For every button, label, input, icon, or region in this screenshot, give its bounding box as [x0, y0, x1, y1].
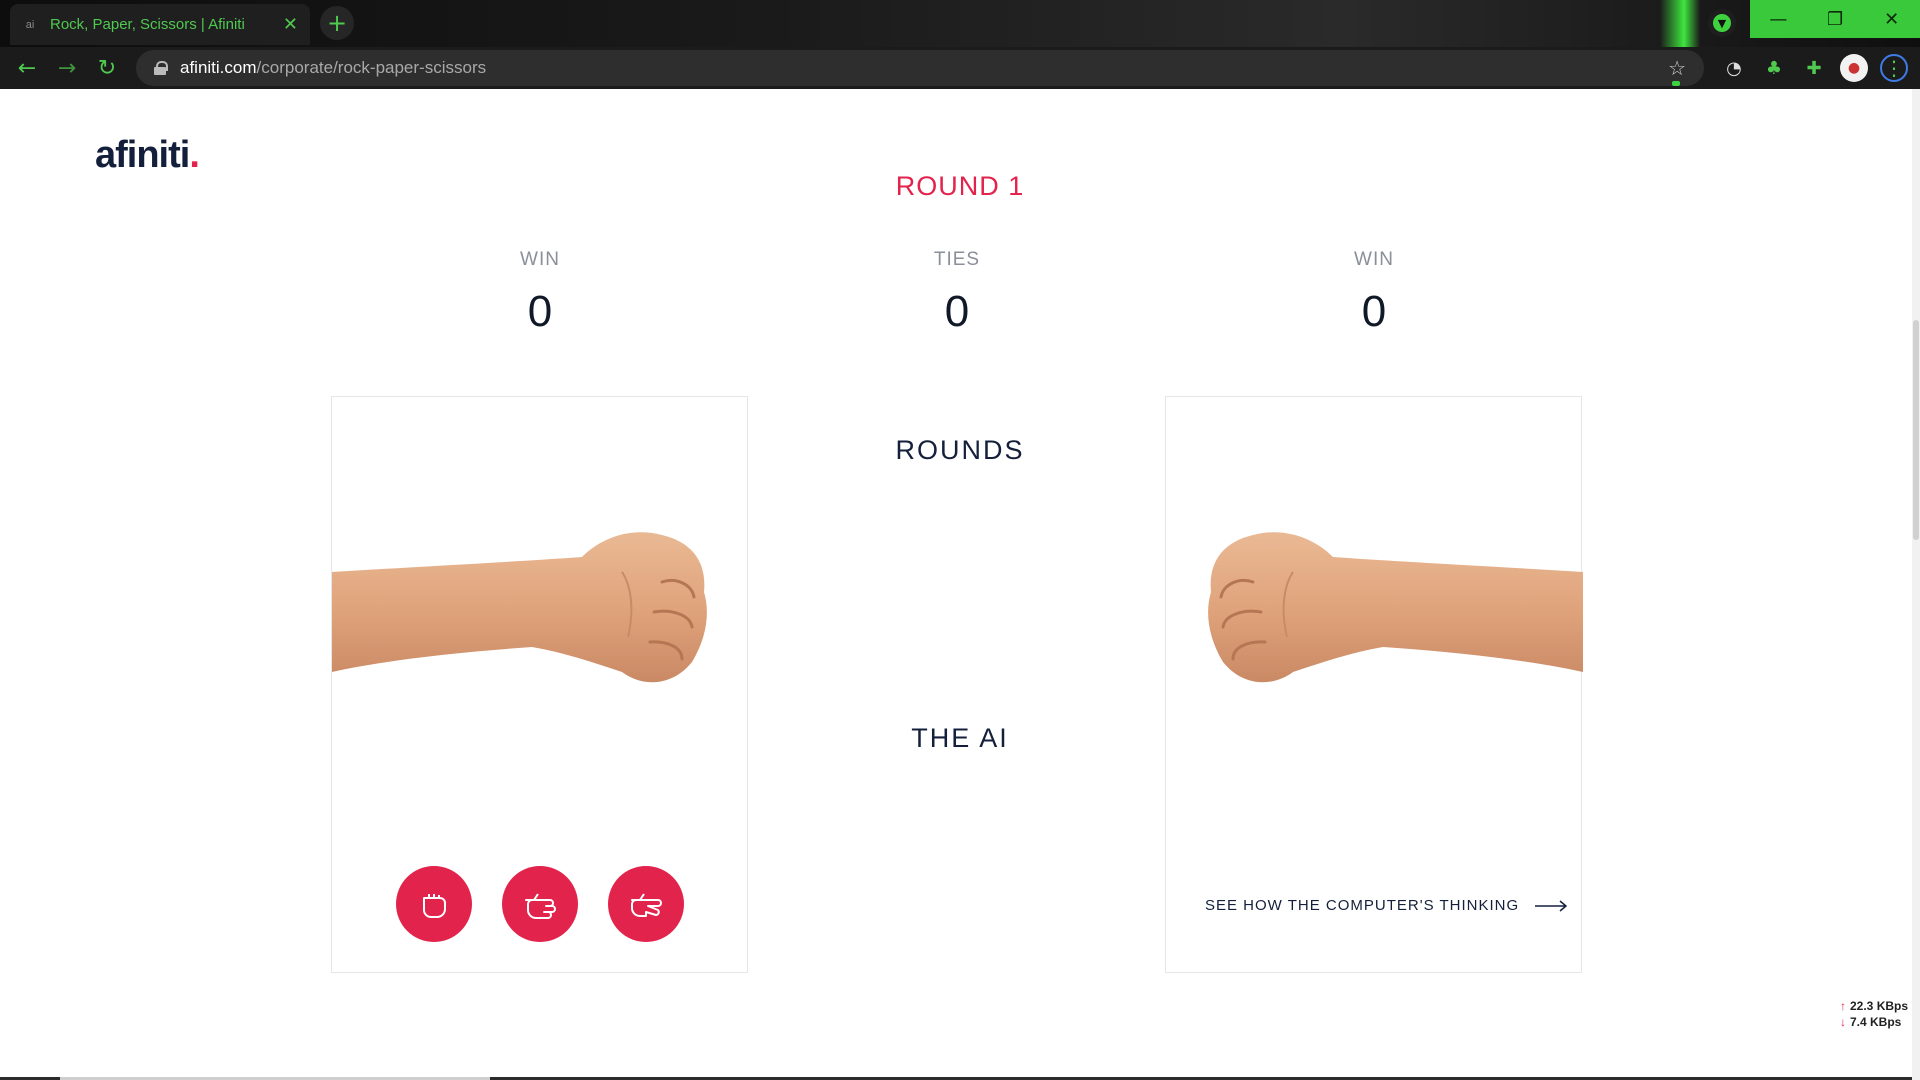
ai-score-value: 0 — [1361, 287, 1387, 336]
restore-button[interactable]: ❐ — [1807, 0, 1864, 38]
see-computer-thinking-link[interactable]: SEE HOW THE COMPUTER'S THINKING — [1205, 897, 1568, 914]
browser-menu-icon[interactable]: ⋮ — [1880, 54, 1908, 82]
browser-tab[interactable]: ai Rock, Paper, Scissors | Afiniti ✕ — [10, 4, 310, 45]
player-card — [331, 396, 748, 973]
lock-icon[interactable] — [154, 61, 168, 75]
close-window-button[interactable]: ✕ — [1863, 0, 1920, 38]
ties-score: TIES 0 — [857, 249, 1057, 337]
bookmark-indicator — [1672, 81, 1680, 86]
scissors-icon — [631, 893, 662, 917]
address-bar[interactable]: afiniti.com /corporate/rock-paper-scisso… — [136, 50, 1704, 86]
close-tab-icon[interactable]: ✕ — [283, 14, 298, 35]
back-button[interactable]: ← — [12, 53, 42, 83]
download-speed: ↓ 7.4 KBps — [1840, 1014, 1908, 1030]
ai-fist-image — [1208, 532, 1583, 683]
window-controls: — ❐ ✕ — [1750, 0, 1920, 38]
ai-card — [1165, 396, 1583, 973]
think-link-label: SEE HOW THE COMPUTER'S THINKING — [1205, 897, 1520, 914]
paper-button[interactable] — [502, 866, 578, 942]
ai-score-label: WIN — [1354, 249, 1394, 270]
download-icon: ▼ — [1713, 14, 1731, 32]
rock-button[interactable] — [396, 866, 472, 942]
logo-dot: . — [189, 134, 200, 176]
rock-icon — [423, 894, 446, 918]
player-score-value: 0 — [527, 287, 553, 336]
download-speed-value: 7.4 KBps — [1850, 1015, 1902, 1029]
ai-score: WIN 0 — [1274, 249, 1474, 337]
url-host: afiniti.com — [180, 58, 257, 77]
reload-button[interactable]: ↻ — [92, 53, 122, 83]
player-score-label: WIN — [520, 249, 560, 270]
forward-button[interactable]: → — [52, 53, 82, 83]
rounds-label: ROUNDS — [895, 435, 1025, 465]
profile-avatar[interactable]: ● — [1840, 54, 1868, 82]
titlebar-glow — [1660, 0, 1700, 47]
the-ai-label: THE AI — [911, 723, 1009, 753]
browser-titlebar: ai Rock, Paper, Scissors | Afiniti ✕ + ▼… — [0, 0, 1920, 47]
arrow-right-icon — [1535, 899, 1568, 912]
url-path: /corporate/rock-paper-scissors — [256, 58, 487, 77]
upload-speed-value: 22.3 KBps — [1850, 999, 1909, 1013]
new-tab-button[interactable]: + — [320, 6, 354, 40]
download-indicator-button[interactable]: ▼ — [1708, 9, 1736, 37]
scrollbar-thumb[interactable] — [1913, 320, 1919, 540]
minimize-button[interactable]: — — [1750, 0, 1807, 38]
bookmark-star-icon[interactable]: ☆ — [1668, 56, 1686, 80]
extension-tree-icon[interactable]: ♣ — [1760, 54, 1788, 82]
upload-speed: ↑ 22.3 KBps — [1840, 998, 1908, 1014]
tab-title: Rock, Paper, Scissors | Afiniti — [50, 16, 245, 33]
download-arrow-icon: ↓ — [1840, 1015, 1846, 1029]
extension-gauge-icon[interactable]: ◔ — [1720, 54, 1748, 82]
scrollbar-track[interactable] — [1912, 89, 1920, 1080]
paper-icon — [525, 893, 556, 919]
ties-score-label: TIES — [933, 249, 981, 270]
browser-toolbar: ← → ↻ afiniti.com /corporate/rock-paper-… — [0, 47, 1920, 89]
upload-arrow-icon: ↑ — [1840, 999, 1846, 1013]
favicon-icon: ai — [25, 18, 35, 31]
afiniti-logo[interactable]: afiniti. — [95, 134, 200, 177]
player-score: WIN 0 — [440, 249, 640, 337]
scissors-button[interactable] — [608, 866, 684, 942]
ties-score-value: 0 — [944, 287, 970, 336]
extensions-puzzle-icon[interactable]: ✚ — [1800, 54, 1828, 82]
round-title: ROUND 1 — [895, 171, 1025, 201]
logo-text: afiniti — [95, 134, 190, 176]
page-content: afiniti. ROUND 1 WIN 0 TIES 0 WIN 0 ROUN… — [0, 89, 1920, 1080]
network-speed-meter: ↑ 22.3 KBps ↓ 7.4 KBps — [1840, 998, 1908, 1030]
